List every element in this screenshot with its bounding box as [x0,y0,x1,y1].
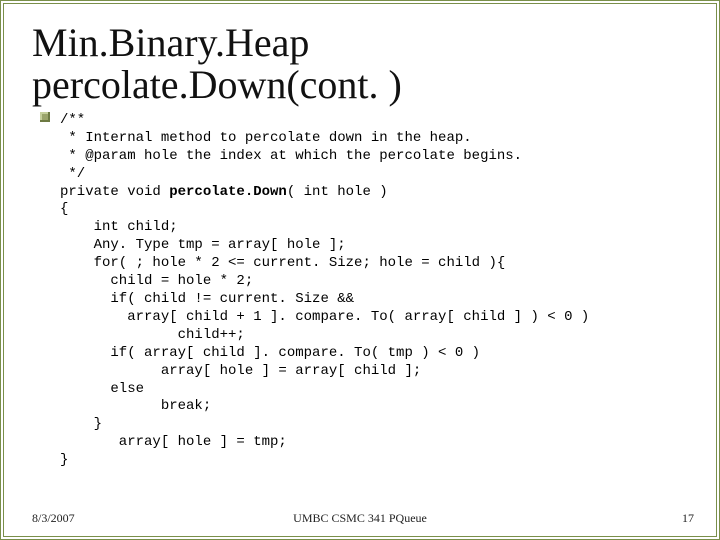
code-line: * Internal method to percolate down in t… [60,130,472,146]
code-line: else [60,381,144,397]
code-line: for( ; hole * 2 <= current. Size; hole =… [60,255,505,271]
title-line1: Min.Binary.Heap [32,20,309,65]
code-method-name: percolate.Down [169,184,287,200]
code-line: break; [60,398,211,414]
code-line: array[ child + 1 ]. compare. To( array[ … [60,309,589,325]
code-line: */ [60,166,85,182]
code-line: array[ hole ] = array[ child ]; [60,363,421,379]
code-line: * @param hole the index at which the per… [60,148,522,164]
code-line: if( child != current. Size && [60,291,354,307]
code-block: /** * Internal method to percolate down … [60,94,694,488]
bullet-icon [40,112,50,122]
code-line: /** [60,112,85,128]
code-line: child++; [60,327,245,343]
code-line: } [60,416,102,432]
title-line2: percolate.Down(cont. ) [32,62,402,107]
footer-center: UMBC CSMC 341 PQueue [4,511,716,526]
code-line: Any. Type tmp = array[ hole ]; [60,237,346,253]
code-line: array[ hole ] = tmp; [60,434,287,450]
code-line: } [60,452,68,468]
code-line: { [60,201,68,217]
code-line: child = hole * 2; [60,273,253,289]
code-line: private void percolate.Down( int hole ) [60,184,388,200]
code-fragment: private void [60,184,169,200]
code-line: if( array[ child ]. compare. To( tmp ) <… [60,345,480,361]
code-line: int child; [60,219,178,235]
code-fragment: ( int hole ) [287,184,388,200]
footer-page-number: 17 [682,511,694,526]
slide-frame: Min.Binary.Heap percolate.Down(cont. ) /… [0,0,720,540]
